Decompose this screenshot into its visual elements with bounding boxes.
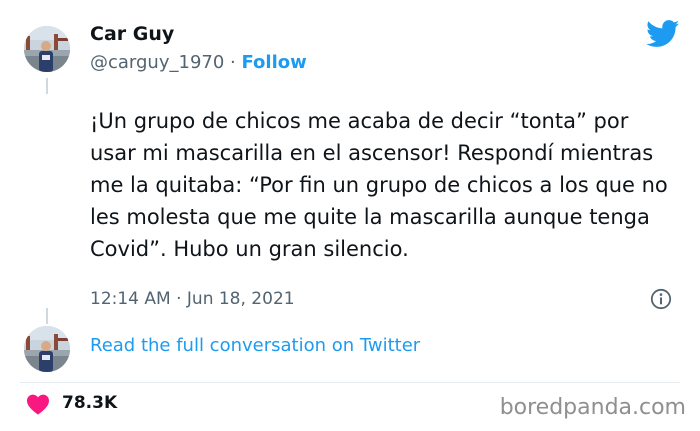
tweet-text: ¡Un grupo de chicos me acaba de decir “t… bbox=[90, 109, 668, 261]
avatar-image bbox=[24, 326, 70, 372]
handle-separator: · bbox=[224, 52, 242, 73]
author-avatar[interactable] bbox=[24, 26, 70, 72]
author-display-name[interactable]: Car Guy bbox=[90, 23, 174, 45]
twitter-bird-icon[interactable] bbox=[646, 20, 680, 48]
avatar-image bbox=[24, 26, 70, 72]
watermark: boredpanda.com bbox=[499, 395, 686, 420]
like-count: 78.3K bbox=[62, 393, 118, 413]
follow-button[interactable]: Follow bbox=[241, 52, 306, 73]
info-icon[interactable] bbox=[650, 288, 672, 310]
thread-line bbox=[46, 308, 48, 324]
author-handle-row: @carguy_1970 · Follow bbox=[90, 52, 307, 73]
tweet-card: Car Guy @carguy_1970 · Follow ¡Un grupo … bbox=[0, 0, 700, 431]
tweet-timestamp[interactable]: 12:14 AM · Jun 18, 2021 bbox=[90, 289, 295, 309]
read-conversation-link[interactable]: Read the full conversation on Twitter bbox=[90, 335, 420, 356]
divider bbox=[20, 382, 680, 383]
author-avatar[interactable] bbox=[24, 326, 70, 372]
author-handle[interactable]: @carguy_1970 bbox=[90, 52, 224, 73]
thread-line bbox=[46, 78, 48, 94]
heart-icon[interactable] bbox=[26, 393, 50, 415]
